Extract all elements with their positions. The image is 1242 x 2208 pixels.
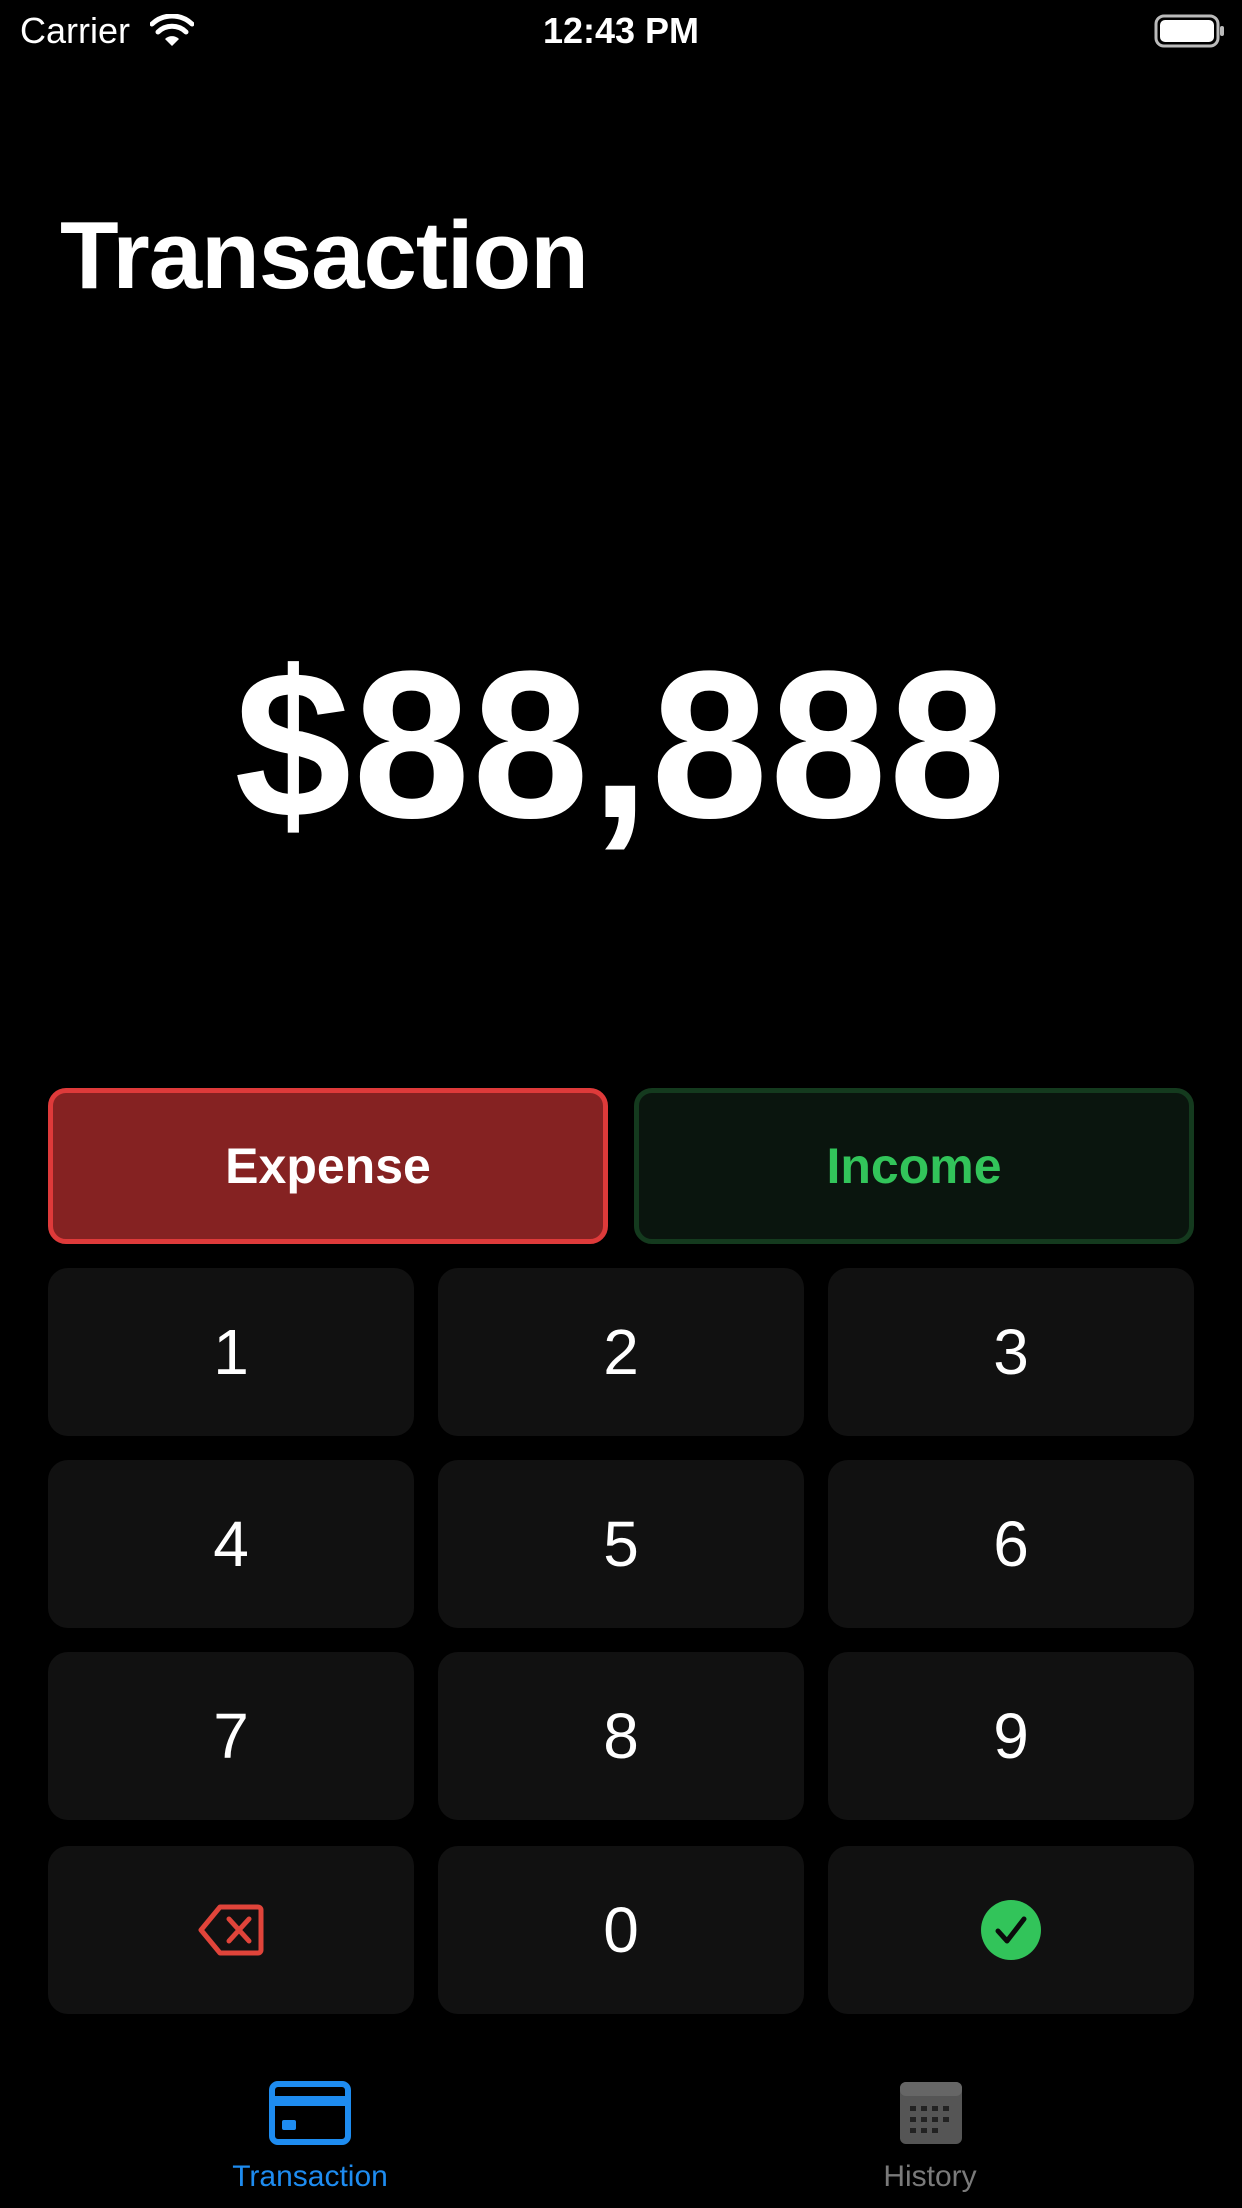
tab-history[interactable]: History (780, 2080, 1080, 2194)
confirm-button[interactable] (828, 1846, 1194, 2014)
key-1[interactable]: 1 (48, 1268, 414, 1436)
battery-icon (1154, 14, 1224, 48)
expense-button[interactable]: Expense (48, 1088, 608, 1244)
backspace-button[interactable] (48, 1846, 414, 2014)
status-time: 12:43 PM (542, 10, 700, 51)
key-7[interactable]: 7 (48, 1652, 414, 1820)
calendar-icon (900, 2082, 962, 2144)
key-3[interactable]: 3 (828, 1268, 1194, 1436)
amount-display: $88,888 (234, 627, 1008, 862)
key-6[interactable]: 6 (828, 1460, 1194, 1628)
key-2[interactable]: 2 (438, 1268, 804, 1436)
page-title: Transaction (60, 202, 589, 309)
income-button[interactable]: Income (634, 1088, 1194, 1244)
key-9[interactable]: 9 (828, 1652, 1194, 1820)
status-bar: Carrier 12:43 PM (0, 0, 1242, 62)
backspace-icon (198, 1904, 264, 1956)
tab-transaction[interactable]: Transaction (160, 2080, 460, 2194)
checkmark-circle-icon (981, 1900, 1041, 1960)
key-4[interactable]: 4 (48, 1460, 414, 1628)
key-8[interactable]: 8 (438, 1652, 804, 1820)
key-0[interactable]: 0 (438, 1846, 804, 2014)
tab-label-transaction: Transaction (232, 2160, 388, 2193)
key-5[interactable]: 5 (438, 1460, 804, 1628)
credit-card-icon (269, 2081, 351, 2145)
tab-label-history: History (883, 2160, 977, 2193)
